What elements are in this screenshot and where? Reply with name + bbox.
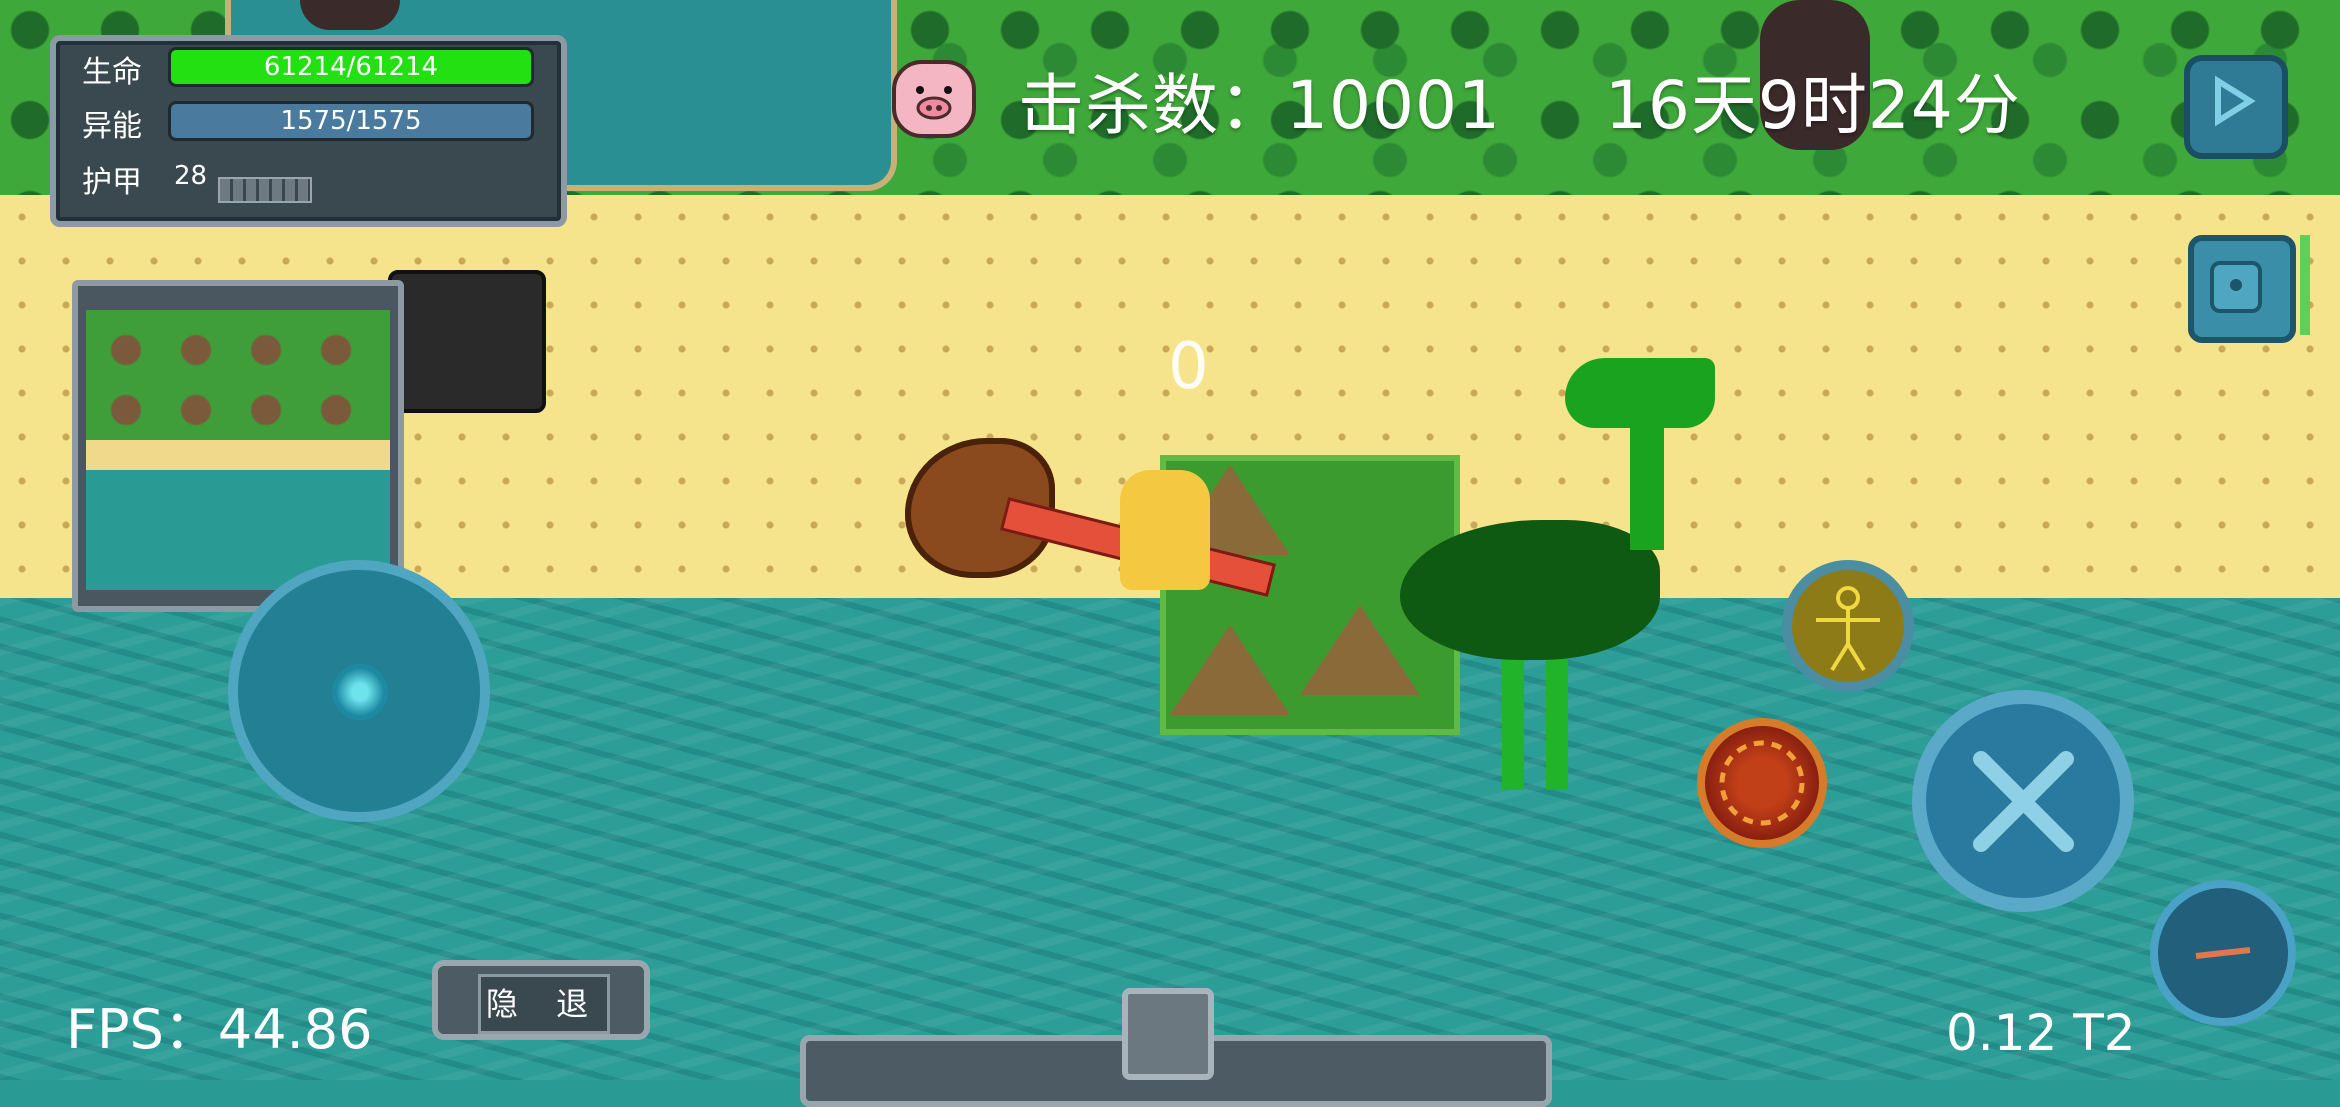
joystick-knob[interactable]: [332, 664, 388, 720]
damage-number: 0: [1168, 330, 1209, 404]
tank-sprite: [388, 270, 546, 413]
fire-orb-skill-icon: [1719, 740, 1805, 826]
energy-label: 异能: [82, 109, 142, 144]
armor-bar: [218, 177, 312, 203]
hp-value: 61214/61214: [263, 52, 439, 82]
version-label: 0.12 T2: [1946, 1004, 2136, 1062]
hp-bar: 61214/61214: [168, 47, 534, 87]
play-pause-button[interactable]: [2184, 55, 2288, 159]
weapon-switch-button[interactable]: [2150, 880, 2296, 1026]
humanoid-skill-icon: [1816, 586, 1880, 672]
kill-time-counter: 击杀数：10001 16天9时24分: [1018, 52, 2021, 148]
sword-icon: [2195, 947, 2251, 959]
pig-icon: [892, 60, 976, 138]
ostrich-legs-sprite: [1480, 650, 1590, 790]
fire-orb-skill-button[interactable]: [1697, 718, 1827, 848]
player-character-sprite: [1120, 470, 1210, 590]
player-stats-panel: 生命 61214/61214 异能 1575/1575 护甲 28: [50, 35, 567, 227]
fps-counter: FPS：44.86: [66, 998, 373, 1061]
minimap-beach: [86, 440, 390, 470]
retreat-button[interactable]: 隐 退: [432, 960, 650, 1040]
kill-count: 击杀数：10001: [1018, 67, 1501, 144]
game-time: 16天9时24分: [1604, 67, 2021, 144]
armor-value: 28: [174, 161, 208, 191]
humanoid-skill-button[interactable]: [1782, 560, 1914, 692]
retreat-button-label: 隐 退: [478, 974, 610, 1034]
creature-sprite: [300, 0, 400, 30]
energy-value: 1575/1575: [280, 106, 422, 136]
backpack-button[interactable]: [2188, 235, 2296, 343]
backpack-icon: [2210, 261, 2262, 313]
energy-bar: 1575/1575: [168, 101, 534, 141]
crossed-swords-icon: [1973, 751, 2074, 852]
hp-label: 生命: [82, 55, 142, 90]
toolbar-toggle-button[interactable]: [1122, 988, 1214, 1080]
play-icon: [2215, 75, 2256, 127]
backpack-capacity-bar: [2300, 235, 2310, 335]
attack-button[interactable]: [1912, 690, 2134, 912]
ostrich-head-sprite: [1565, 358, 1715, 428]
armor-label: 护甲: [82, 165, 142, 200]
minimap-land: [86, 310, 390, 440]
